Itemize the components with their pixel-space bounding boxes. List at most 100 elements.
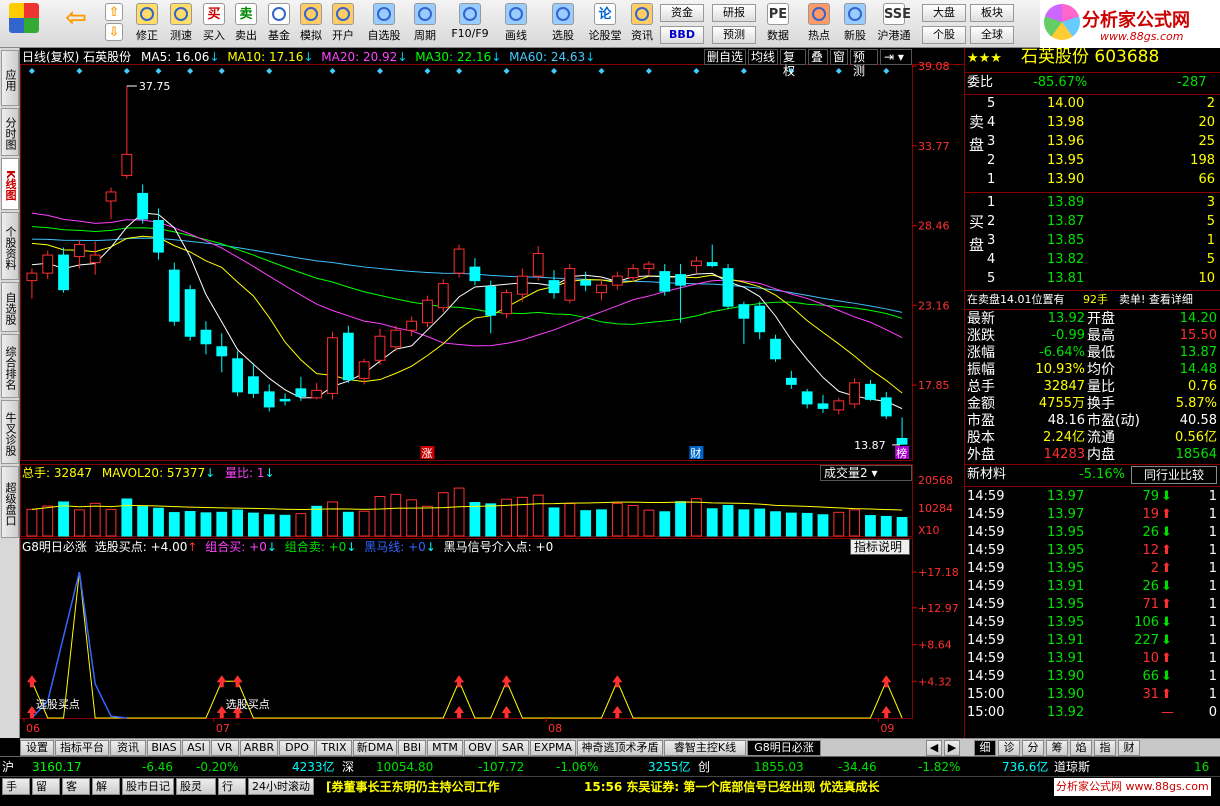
volume-bar[interactable]	[564, 503, 576, 537]
volume-bar[interactable]	[422, 505, 433, 537]
toolbar-hot-button[interactable]: 热点	[804, 3, 834, 45]
volume-bar[interactable]	[865, 515, 876, 537]
event-diamond-icon[interactable]	[376, 68, 383, 74]
candle-body[interactable]	[627, 268, 639, 279]
status-tab-0[interactable]: 手机	[2, 778, 30, 806]
candle-body[interactable]	[675, 274, 686, 286]
volume-bar[interactable]	[26, 508, 38, 537]
event-diamond-icon[interactable]	[329, 68, 336, 74]
volume-bar[interactable]	[896, 516, 908, 537]
forecast-button[interactable]: 预测	[712, 26, 756, 44]
volume-bar[interactable]	[200, 512, 212, 537]
candle-body[interactable]	[406, 320, 418, 331]
candle-body[interactable]	[89, 254, 101, 264]
volume-bar[interactable]	[849, 509, 861, 537]
candle-body[interactable]	[453, 248, 465, 274]
candle-body[interactable]	[374, 335, 386, 361]
volume-bar[interactable]	[168, 512, 180, 537]
volume-bar[interactable]	[184, 510, 196, 537]
site-badge[interactable]: 分析家公式网 www.88gs.com	[1054, 778, 1211, 796]
toolbar-forum-button[interactable]: 论论股堂	[586, 3, 624, 45]
candle-body[interactable]	[706, 262, 718, 267]
indicator-tab-9[interactable]: 新DMA	[353, 740, 397, 756]
candle-body[interactable]	[754, 305, 766, 333]
detail-tab-6[interactable]: 财	[1118, 740, 1140, 756]
detail-tab-5[interactable]: 指	[1094, 740, 1116, 756]
candle-body[interactable]	[738, 304, 750, 319]
kline-btn-3[interactable]: 叠	[808, 49, 828, 65]
candle-body[interactable]	[342, 332, 354, 381]
event-diamond-icon[interactable]	[693, 68, 700, 74]
indicator-tab-15[interactable]: 神奇逃顶术矛盾线	[577, 740, 663, 768]
indicator-tab-11[interactable]: MTM	[427, 740, 463, 756]
event-diamond-icon[interactable]	[740, 68, 747, 74]
volume-bar[interactable]	[485, 503, 497, 537]
candle-body[interactable]	[295, 388, 307, 397]
buy-arrow-icon[interactable]	[881, 675, 892, 688]
indicator-tab-3[interactable]: BIAS	[147, 740, 181, 756]
indicator-tab-4[interactable]: ASI	[182, 740, 210, 756]
volume-bar[interactable]	[754, 508, 766, 537]
tab-scroll-right-button[interactable]: ▶	[944, 740, 960, 756]
indicator-tab-7[interactable]: DPO	[279, 740, 315, 756]
toolbar-star-button[interactable]: 自选股	[364, 3, 404, 45]
left-tab-4[interactable]: 自选股	[1, 282, 19, 332]
tab-scroll-left-button[interactable]: ◀	[926, 740, 942, 756]
candle-body[interactable]	[643, 263, 655, 270]
detail-tab-1[interactable]: 诊	[998, 740, 1020, 756]
candle-body[interactable]	[422, 299, 433, 324]
status-tab-5[interactable]: 股灵通	[176, 778, 216, 806]
toolbar-hk-button[interactable]: SSE 沪港通	[872, 3, 916, 45]
volume-bar[interactable]	[722, 505, 734, 537]
left-tab-1[interactable]: 分时图	[1, 108, 19, 156]
candle-body[interactable]	[880, 397, 892, 417]
candle-body[interactable]	[279, 398, 291, 402]
indicator-tab-2[interactable]: 资讯	[110, 740, 146, 756]
volume-indicator-select[interactable]: 成交量2 ▾	[820, 465, 912, 481]
kline-marker[interactable]: 榜	[896, 446, 907, 460]
candle-body[interactable]	[137, 192, 149, 220]
candle-body[interactable]	[200, 329, 212, 345]
candle-body[interactable]	[817, 403, 829, 409]
kline-btn-1[interactable]: 均线	[748, 49, 778, 65]
page-up-down-buttons[interactable]: ⇧ ⇩	[104, 3, 124, 45]
status-tab-3[interactable]: 解盘	[92, 778, 120, 806]
volume-bar[interactable]	[659, 511, 671, 537]
left-tab-0[interactable]: 应用	[1, 50, 19, 106]
volume-bar[interactable]	[390, 493, 402, 537]
candle-body[interactable]	[485, 286, 497, 316]
volume-bar[interactable]	[437, 492, 449, 537]
toolbar-buy-button[interactable]: 买买入	[200, 3, 228, 45]
volume-bar[interactable]	[691, 498, 702, 537]
buy-arrow-icon[interactable]	[26, 675, 37, 688]
volume-bar[interactable]	[406, 499, 418, 537]
candle-body[interactable]	[833, 400, 845, 411]
indicator-tab-10[interactable]: BBI	[398, 740, 426, 756]
volume-bar[interactable]	[153, 507, 164, 537]
candle-body[interactable]	[168, 269, 180, 322]
volume-bar[interactable]	[263, 514, 275, 537]
event-diamond-icon[interactable]	[28, 68, 35, 74]
buy-arrow-icon[interactable]	[454, 675, 465, 688]
candle-body[interactable]	[785, 377, 797, 385]
volume-bar[interactable]	[121, 498, 133, 537]
event-diamond-icon[interactable]	[76, 68, 83, 74]
kline-btn-2[interactable]: 复权	[780, 49, 806, 78]
candle-body[interactable]	[469, 266, 481, 282]
indicator-tab-0[interactable]: 设置	[20, 740, 54, 756]
volume-bar[interactable]	[801, 512, 813, 537]
volume-bar[interactable]	[248, 512, 259, 537]
candle-body[interactable]	[358, 361, 370, 379]
stock-button[interactable]: 个股	[922, 26, 966, 44]
volume-bar[interactable]	[327, 501, 338, 537]
indicator-explain-button[interactable]: 指标说明	[850, 539, 910, 555]
candle-body[interactable]	[248, 376, 259, 394]
candle-body[interactable]	[564, 268, 576, 301]
indicator-tab-14[interactable]: EXPMA	[530, 740, 576, 756]
left-tab-2[interactable]: K线图	[1, 158, 19, 210]
kline-btn-0[interactable]: 删自选	[704, 49, 746, 65]
candle-body[interactable]	[58, 254, 69, 291]
detail-tab-4[interactable]: 焰	[1070, 740, 1092, 756]
candle-body[interactable]	[153, 220, 164, 253]
candle-body[interactable]	[691, 260, 702, 267]
